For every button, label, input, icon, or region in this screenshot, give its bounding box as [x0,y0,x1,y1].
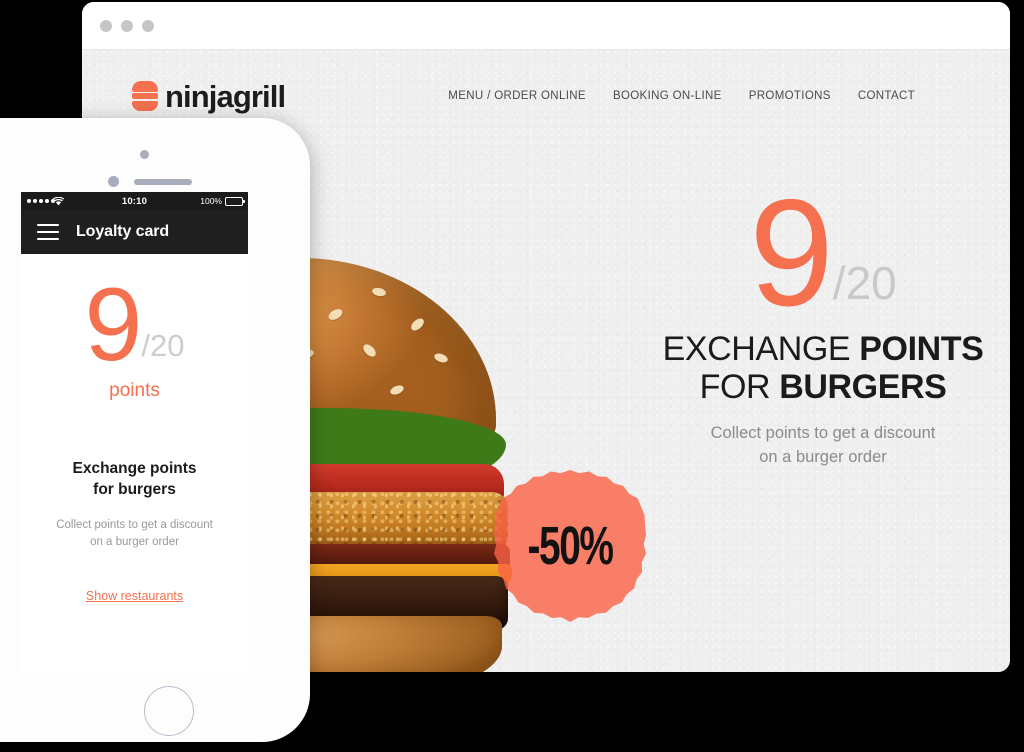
phone-headline-line-1: Exchange points [72,460,197,478]
phone-app-bar: Loyalty card [21,210,248,254]
nav-item-menu-order-online[interactable]: MENU / ORDER ONLINE [448,90,586,102]
window-minimize-dot[interactable] [121,20,133,32]
promo-headline-line-1: EXCHANGE POINTS [637,330,1009,368]
screenshot-stage: ninjagrill MENU / ORDER ONLINE BOOKING O… [0,0,1024,752]
promo-headline-line-2: FOR BURGERS [637,368,1009,406]
phone-screen: 10:10 100% Loyalty card 9 /20 points Exc… [21,192,248,671]
loyalty-card-content: 9 /20 points Exchange points for burgers… [21,254,248,671]
browser-title-bar [82,2,1010,50]
phone-headline: Exchange points for burgers [21,459,248,500]
window-maximize-dot[interactable] [142,20,154,32]
points-value: 9 [749,168,834,338]
loyalty-promo-panel: 9 /20 EXCHANGE POINTS FOR BURGERS Collec… [637,168,1009,469]
discount-badge: -50% [494,470,646,622]
home-button[interactable] [144,686,194,736]
battery-icon [225,196,245,206]
phone-subtitle-line-2: on a burger order [90,536,179,549]
nav-item-promotions[interactable]: PROMOTIONS [749,90,831,102]
battery-percent-label: 100% [200,196,222,206]
nav-item-booking-online[interactable]: BOOKING ON-LINE [613,90,722,102]
phone-status-bar: 10:10 100% [21,192,248,210]
discount-badge-label: -50% [527,516,613,576]
brand-name: ninjagrill [165,78,286,114]
headline-light-2: FOR [699,368,780,407]
phone-points-score: 9 /20 [21,267,248,383]
phone-headline-line-2: for burgers [93,480,176,498]
earpiece-speaker [134,179,192,185]
window-controls[interactable] [100,20,154,32]
site-navigation: MENU / ORDER ONLINE BOOKING ON-LINE PROM… [448,90,915,102]
nav-item-contact[interactable]: CONTACT [858,90,915,102]
promo-subtitle: Collect points to get a discount on a bu… [637,422,1009,469]
headline-bold-1: POINTS [859,329,984,368]
headline-bold-2: BURGERS [779,368,947,407]
hamburger-menu-icon[interactable] [37,224,59,240]
show-restaurants-link[interactable]: Show restaurants [86,589,183,603]
headline-light-1: EXCHANGE [662,329,860,368]
brand-logo[interactable]: ninjagrill [132,78,286,114]
phone-points-total: /20 [141,328,185,364]
smartphone-mockup: 10:10 100% Loyalty card 9 /20 points Exc… [0,118,310,742]
promo-subtitle-line-2: on a burger order [759,447,887,466]
points-score: 9 /20 [637,168,1009,338]
phone-points-value: 9 [84,267,143,383]
promo-subtitle-line-1: Collect points to get a discount [710,424,936,443]
burger-logo-icon [132,81,158,111]
window-close-dot[interactable] [100,20,112,32]
points-total: /20 [832,256,897,309]
front-camera-icon [140,150,149,159]
phone-points-label: points [109,380,160,402]
proximity-sensor-icon [108,176,119,187]
phone-subtitle: Collect points to get a discount on a bu… [21,517,248,551]
phone-subtitle-line-1: Collect points to get a discount [56,519,213,532]
app-bar-title: Loyalty card [76,223,170,240]
battery-status: 100% [200,196,245,206]
